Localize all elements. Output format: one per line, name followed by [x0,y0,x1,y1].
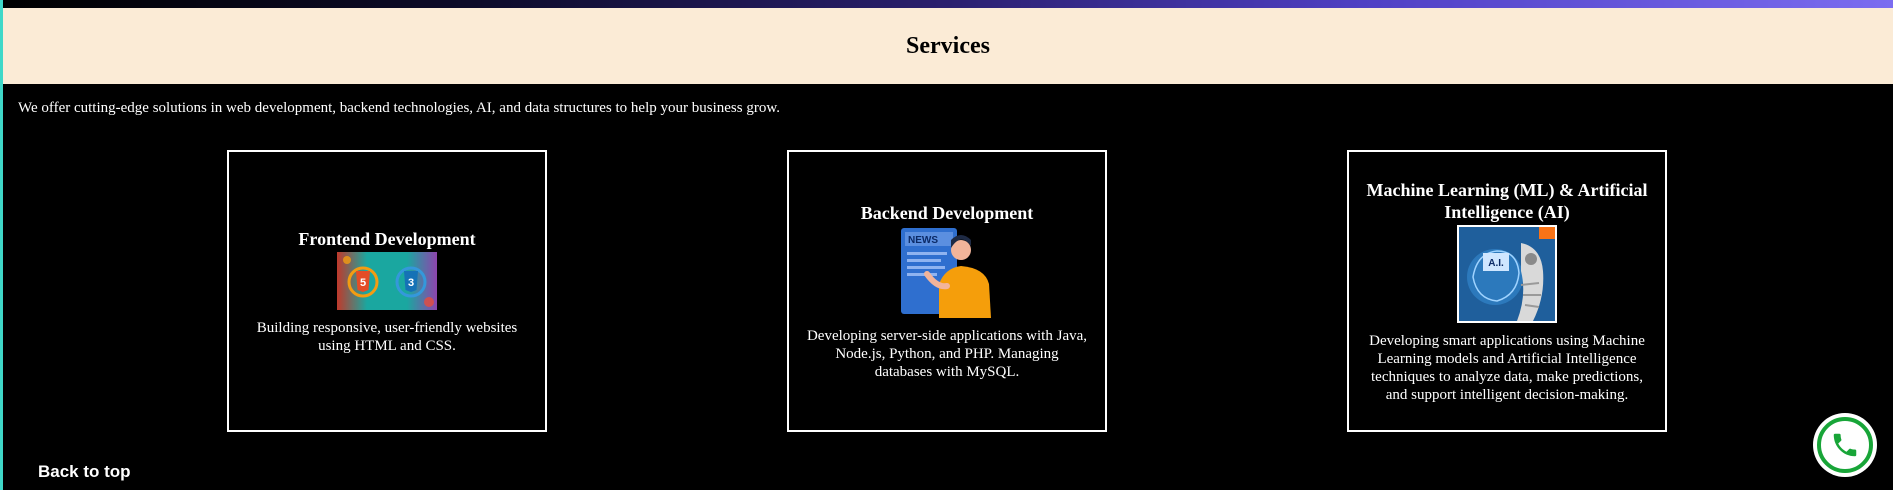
service-description: Building responsive, user-friendly websi… [256,319,518,354]
ai-image: A.I. [1457,224,1557,328]
service-card-frontend: Frontend Development 5 3 Building respon… [227,150,547,432]
svg-text:3: 3 [408,277,414,289]
backend-image: NEWS [899,226,995,323]
service-title: Frontend Development [298,228,476,249]
service-title: Backend Development [860,202,1034,223]
back-to-top-link[interactable]: Back to top [38,462,131,482]
frontend-image: 5 3 [337,251,437,315]
phone-icon [1817,417,1873,473]
service-card-backend: Backend Development NEWS Developing serv… [787,150,1107,432]
svg-text:A.I.: A.I. [1488,258,1504,269]
services-header: Services [3,8,1893,84]
call-button[interactable] [1813,413,1877,477]
top-gradient-bar [0,0,1893,8]
svg-text:NEWS: NEWS [908,235,938,246]
service-title: Machine Learning (ML) & Artificial Intel… [1366,179,1648,222]
page-title: Services [906,32,990,59]
svg-text:5: 5 [360,277,366,289]
service-description: Developing smart applications using Mach… [1369,332,1645,403]
service-card-ml-ai: Machine Learning (ML) & Artificial Intel… [1347,150,1667,432]
services-intro: We offer cutting-edge solutions in web d… [18,100,780,116]
service-description: Developing server-side applications with… [806,327,1088,380]
